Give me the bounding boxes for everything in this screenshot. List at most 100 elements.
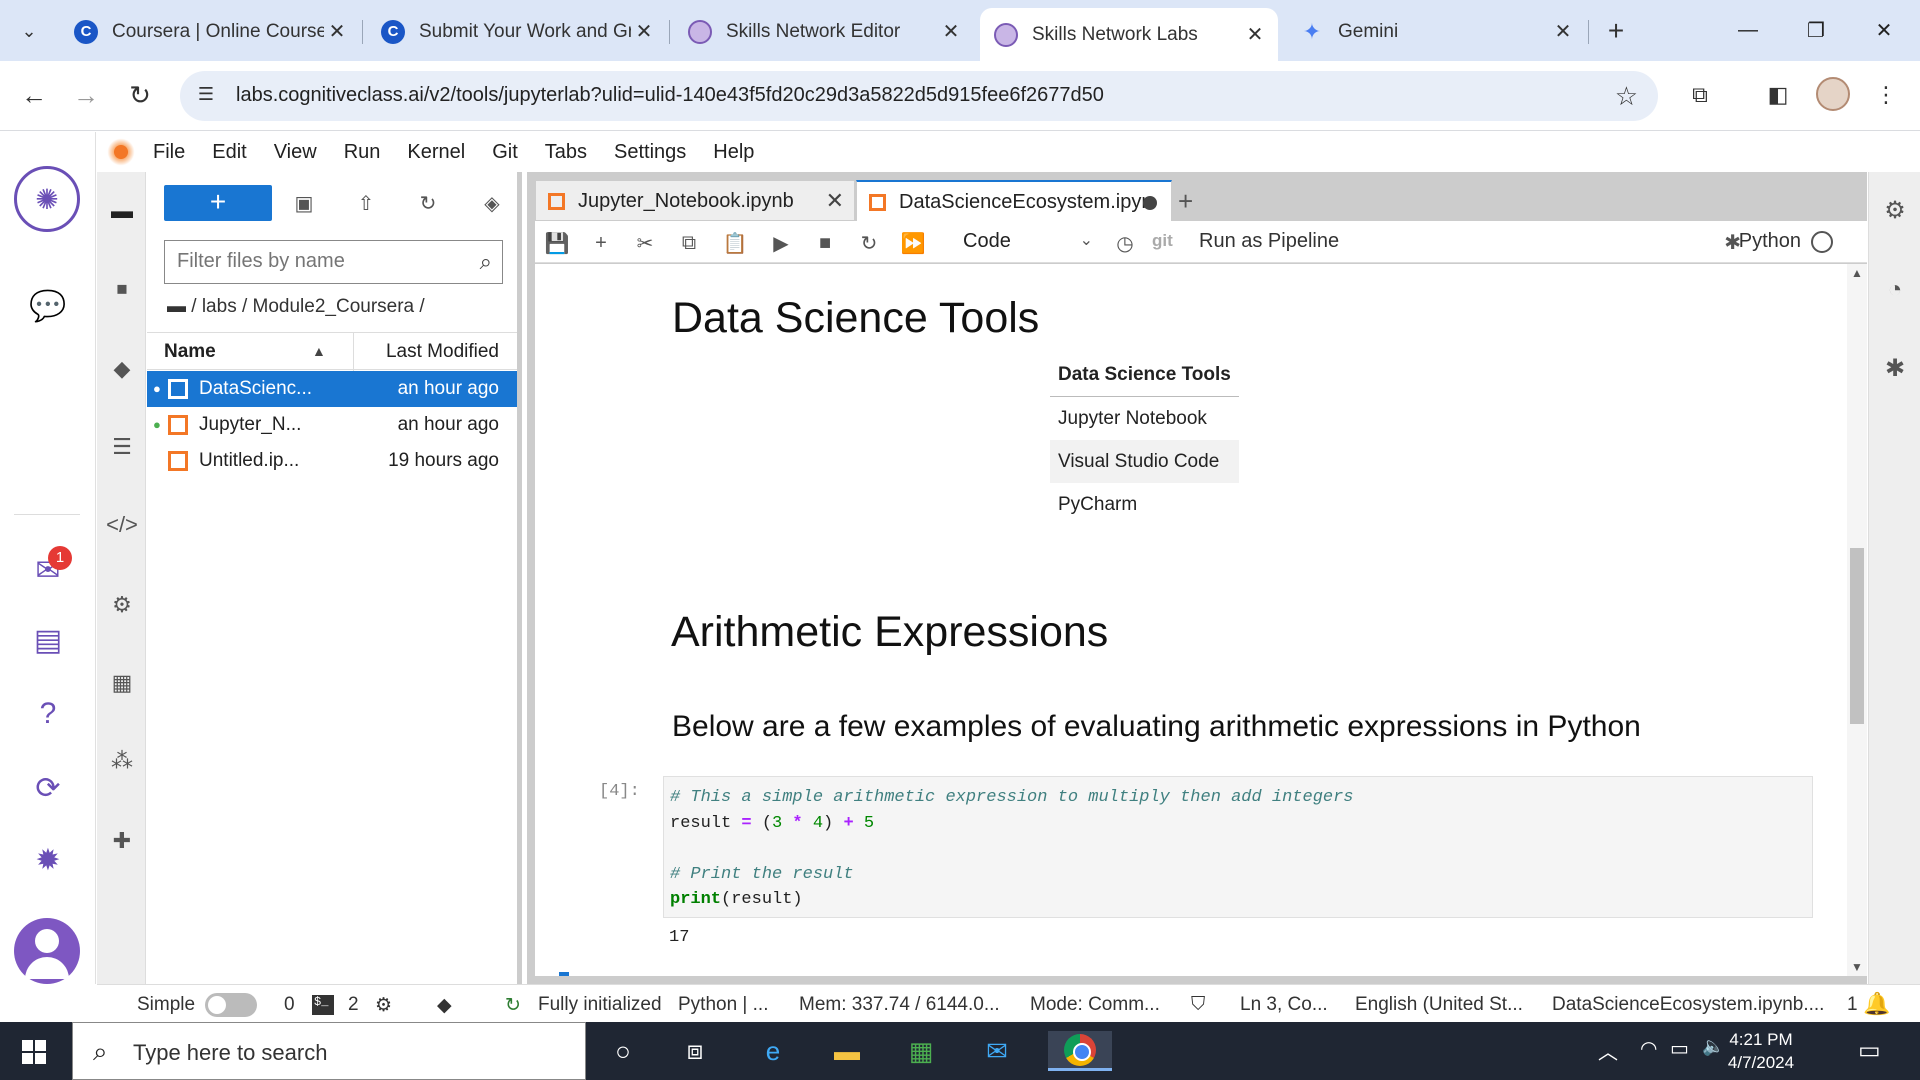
save-button[interactable]: 💾 — [543, 229, 571, 257]
column-header-modified[interactable]: Last Modified — [386, 341, 499, 363]
theme-button[interactable]: ✹ — [24, 836, 72, 884]
git-status-icon[interactable]: ◆ — [437, 994, 452, 1017]
url-text[interactable]: labs.cognitiveclass.ai/v2/tools/jupyterl… — [236, 84, 1104, 107]
simple-mode-toggle[interactable] — [205, 993, 257, 1017]
close-icon[interactable]: ✕ — [324, 19, 350, 44]
copy-button[interactable]: ⧉ — [675, 229, 703, 257]
close-icon[interactable]: ✕ — [1242, 22, 1268, 47]
scroll-up-icon[interactable]: ▲ — [1851, 266, 1863, 280]
git-tab[interactable]: ◆ — [105, 352, 139, 386]
extensions-button[interactable]: ⧉ — [1680, 75, 1720, 115]
menu-settings[interactable]: Settings — [614, 141, 686, 164]
close-window-button[interactable]: ✕ — [1850, 10, 1918, 50]
browser-tab-sn-labs[interactable]: Skills Network Labs ✕ — [980, 8, 1278, 61]
insert-cell-button[interactable]: + — [587, 229, 615, 257]
paste-button[interactable]: 📋 — [721, 229, 749, 257]
unsaved-dot-icon[interactable] — [1143, 196, 1157, 210]
property-inspector-button[interactable]: ⚙ — [1879, 194, 1911, 226]
browser-tab-coursera[interactable]: C Coursera | Online Courses ✕ — [60, 10, 360, 53]
git-clone-button[interactable]: ◈ — [477, 188, 507, 218]
menu-kernel[interactable]: Kernel — [407, 141, 465, 164]
close-icon[interactable]: ✕ — [938, 19, 964, 44]
refresh-button[interactable]: ↻ — [413, 188, 443, 218]
code-cell-editor[interactable]: # This a simple arithmetic expression to… — [663, 776, 1813, 918]
scroll-down-icon[interactable]: ▼ — [1851, 960, 1863, 974]
breadcrumb-path[interactable]: / labs / Module2_Coursera / — [191, 296, 424, 317]
code-snippets-tab[interactable]: </> — [105, 508, 139, 542]
git-label[interactable]: git — [1152, 231, 1173, 251]
tab-search-button[interactable]: ⌄ — [10, 14, 48, 48]
clock[interactable]: 4:21 PM 4/7/2024 — [1716, 1028, 1806, 1074]
kernel-name-status[interactable]: Python | ... — [678, 994, 768, 1016]
chat-button[interactable]: 💬 — [24, 282, 72, 330]
battery-icon[interactable]: ▭ — [1670, 1036, 1689, 1061]
side-panel-button[interactable]: ◧ — [1758, 75, 1798, 115]
sync-button[interactable]: ⟳ — [24, 764, 72, 812]
minimize-button[interactable]: — — [1714, 10, 1782, 50]
toc-tab[interactable]: ☰ — [105, 430, 139, 464]
wifi-icon[interactable]: ◠ — [1640, 1036, 1657, 1061]
shield-icon[interactable]: ⛉ — [1191, 994, 1205, 1016]
cell-type-select[interactable]: Code ⌄ — [963, 230, 1093, 253]
bell-icon[interactable]: 🔔 — [1863, 991, 1890, 1017]
interrupt-button[interactable]: ■ — [811, 229, 839, 257]
upload-button[interactable]: ⇧ — [351, 188, 381, 218]
tray-chevron-up-icon[interactable]: ︿ — [1598, 1036, 1618, 1065]
notification-center-icon[interactable]: ▭ — [1858, 1036, 1881, 1065]
restore-button[interactable]: ❐ — [1782, 10, 1850, 50]
add-tab-button[interactable]: + — [1178, 186, 1193, 217]
file-row[interactable]: ● Jupyter_N... an hour ago — [147, 407, 517, 443]
menu-view[interactable]: View — [274, 141, 317, 164]
menu-git[interactable]: Git — [492, 141, 518, 164]
close-icon[interactable]: ✕ — [826, 188, 844, 214]
file-row[interactable]: ● DataScienc... an hour ago — [147, 371, 517, 407]
menu-edit[interactable]: Edit — [212, 141, 246, 164]
taskbar-search[interactable]: ⌕ Type here to search — [72, 1022, 586, 1080]
property-inspector-tab[interactable]: ⚙ — [105, 588, 139, 622]
doc-tab-jupyter-notebook[interactable]: Jupyter_Notebook.ipynb ✕ — [535, 180, 855, 220]
chrome-button[interactable] — [1048, 1031, 1112, 1071]
extensions-tab[interactable]: ✚ — [105, 824, 139, 858]
bookmark-star-icon[interactable]: ☆ — [1615, 81, 1638, 112]
kernel-count[interactable]: 2 — [348, 994, 359, 1016]
debugger-button[interactable]: ✱ — [1879, 352, 1911, 384]
breadcrumb[interactable]: ▬ / labs / Module2_Coursera / — [167, 296, 425, 318]
menu-run[interactable]: Run — [344, 141, 381, 164]
kernel-name[interactable]: Python — [1739, 230, 1801, 253]
store-button[interactable]: ▦ — [900, 1031, 942, 1071]
cortana-button[interactable]: ○ — [602, 1031, 644, 1071]
column-header-name[interactable]: Name — [164, 341, 216, 363]
close-icon[interactable]: ✕ — [631, 19, 657, 44]
browser-tab-gemini[interactable]: ✦ Gemini ✕ — [1286, 10, 1586, 53]
new-tab-button[interactable]: + — [1598, 14, 1634, 50]
close-icon[interactable]: ✕ — [1550, 19, 1576, 44]
running-tab[interactable]: ⏹ — [105, 272, 139, 306]
menu-help[interactable]: Help — [713, 141, 754, 164]
restart-button[interactable]: ↻ — [855, 229, 883, 257]
components-tab[interactable]: ⁂ — [105, 744, 139, 778]
terminal-count[interactable]: 0 — [284, 994, 295, 1016]
user-avatar[interactable] — [14, 918, 80, 984]
edge-button[interactable]: e — [752, 1031, 794, 1071]
doc-tab-datascience-ecosystem[interactable]: DataScienceEcosystem.ipyn — [856, 180, 1172, 221]
notebook-scrollbar[interactable]: ▲ ▼ — [1847, 264, 1867, 976]
clock-button[interactable]: ◷ — [1111, 229, 1139, 257]
file-browser-tab[interactable]: ▬ — [105, 194, 139, 228]
run-as-pipeline-button[interactable]: Run as Pipeline — [1199, 230, 1339, 253]
menu-tabs[interactable]: Tabs — [545, 141, 587, 164]
cut-button[interactable]: ✂ — [631, 229, 659, 257]
reload-button[interactable]: ↻ — [120, 75, 160, 115]
back-button[interactable]: ← — [14, 75, 54, 115]
language-selector[interactable]: English (United St... — [1355, 994, 1523, 1016]
browser-menu-button[interactable]: ⋮ — [1866, 75, 1906, 115]
elyra-tab[interactable]: ▦ — [105, 666, 139, 700]
address-bar[interactable]: ☰ labs.cognitiveclass.ai/v2/tools/jupyte… — [180, 71, 1658, 121]
file-row[interactable]: Untitled.ip... 19 hours ago — [147, 443, 517, 479]
skills-network-logo[interactable]: ✺ — [14, 166, 80, 232]
task-view-button[interactable]: ⧈ — [674, 1031, 716, 1071]
forward-button[interactable]: → — [66, 75, 106, 115]
resource-usage-button[interactable]: ◔ — [1879, 274, 1911, 306]
run-all-button[interactable]: ⏩ — [899, 229, 927, 257]
browser-tab-submit[interactable]: C Submit Your Work and Grade ✕ — [367, 10, 667, 53]
menu-file[interactable]: File — [153, 141, 185, 164]
